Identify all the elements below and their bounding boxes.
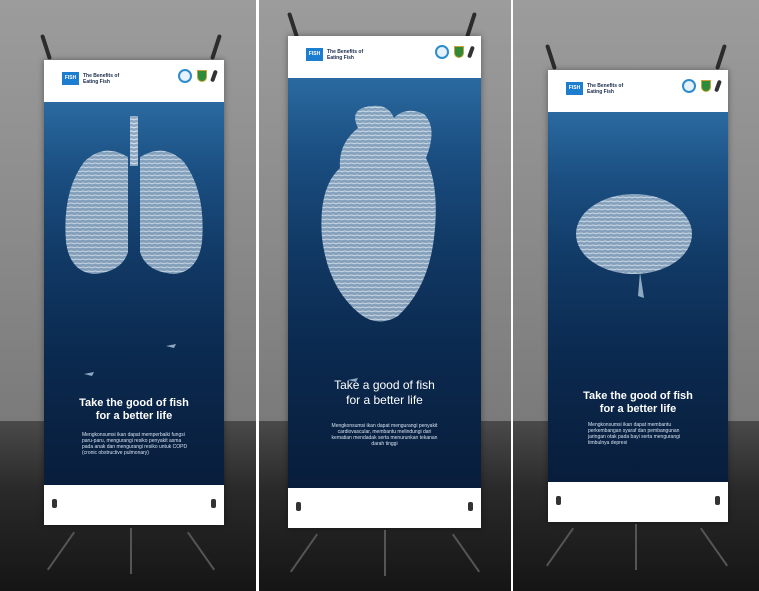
stand-leg-center [635, 524, 637, 570]
ocean-background: Take the good of fish for a better life … [548, 112, 728, 482]
headline-line-2: for a better life [95, 410, 173, 422]
brand-logo: FISH The Benefits of Eating Fish [566, 82, 627, 95]
scene-panel-lungs: FISH The Benefits of Eating Fish Take th… [0, 0, 256, 591]
province-emblem-icon [454, 46, 464, 58]
screw-right [715, 496, 720, 505]
banner-footer [288, 488, 481, 528]
ocean-background: Take the good of fish for a better life … [44, 102, 224, 485]
headline-line-1: Take the good of fish [583, 390, 693, 402]
scene-panel-heart: FISH The Benefits of Eating Fish Take a … [259, 0, 511, 591]
banner-headline: Take the good of fish for a better life [44, 397, 224, 423]
banner-mockup-scene: FISH The Benefits of Eating Fish Take th… [0, 0, 759, 591]
province-emblem-icon [197, 70, 207, 82]
banner-body-text: Mengkonsumsi ikan dapat membantu perkemb… [588, 422, 681, 446]
scene-panel-brain: FISH The Benefits of Eating Fish Take th… [513, 0, 759, 591]
partner-logos [435, 45, 475, 59]
screw-left [296, 502, 301, 511]
screw-right [468, 502, 473, 511]
banner-headline: Take a good of fish for a better life [288, 378, 481, 408]
banner-header: FISH The Benefits of Eating Fish [44, 60, 224, 102]
headline-line-1: Take the good of fish [79, 397, 189, 409]
banner-heart: FISH The Benefits of Eating Fish Take a … [288, 36, 481, 528]
headline-line-2: for a better life [599, 403, 677, 415]
ocean-background: Take a good of fish for a better life Me… [288, 78, 481, 488]
brand-logo: FISH The Benefits of Eating Fish [62, 72, 123, 85]
banner-body-text: Mengkonsumsi ikan dapat mengurangi penya… [331, 423, 438, 447]
banner-header: FISH The Benefits of Eating Fish [288, 36, 481, 78]
ministry-seal-icon [178, 69, 192, 83]
fish-logo-icon: FISH [306, 48, 323, 61]
banner-footer [548, 482, 728, 522]
ministry-seal-icon [435, 45, 449, 59]
stand-leg-center [384, 530, 386, 576]
banner-header: FISH The Benefits of Eating Fish [548, 70, 728, 112]
screw-right [211, 499, 216, 508]
fish-logo-icon: FISH [62, 72, 79, 85]
clip-icon [210, 69, 218, 83]
screw-left [52, 499, 57, 508]
clip-icon [467, 45, 475, 59]
clip-icon [714, 79, 722, 93]
fish-school-lungs [65, 116, 203, 376]
banner-brain: FISH The Benefits of Eating Fish Take th… [548, 70, 728, 522]
banner-body-text: Mengkonsumsi ikan dapat memperbaiki fung… [82, 432, 188, 456]
partner-logos [178, 69, 218, 83]
stand-leg-center [130, 528, 132, 574]
banner-footer [44, 485, 224, 525]
brand-title: The Benefits of Eating Fish [83, 72, 120, 85]
screw-left [556, 496, 561, 505]
banner-lungs: FISH The Benefits of Eating Fish Take th… [44, 60, 224, 525]
province-emblem-icon [701, 80, 711, 92]
ministry-seal-icon [682, 79, 696, 93]
headline-line-2: for a better life [346, 393, 423, 407]
brand-title: The Benefits of Eating Fish [327, 48, 364, 61]
fish-logo-icon: FISH [566, 82, 583, 95]
brand-logo: FISH The Benefits of Eating Fish [306, 48, 367, 61]
partner-logos [682, 79, 722, 93]
banner-headline: Take the good of fish for a better life [548, 390, 728, 416]
headline-line-1: Take a good of fish [334, 378, 435, 392]
brand-title: The Benefits of Eating Fish [587, 82, 624, 95]
